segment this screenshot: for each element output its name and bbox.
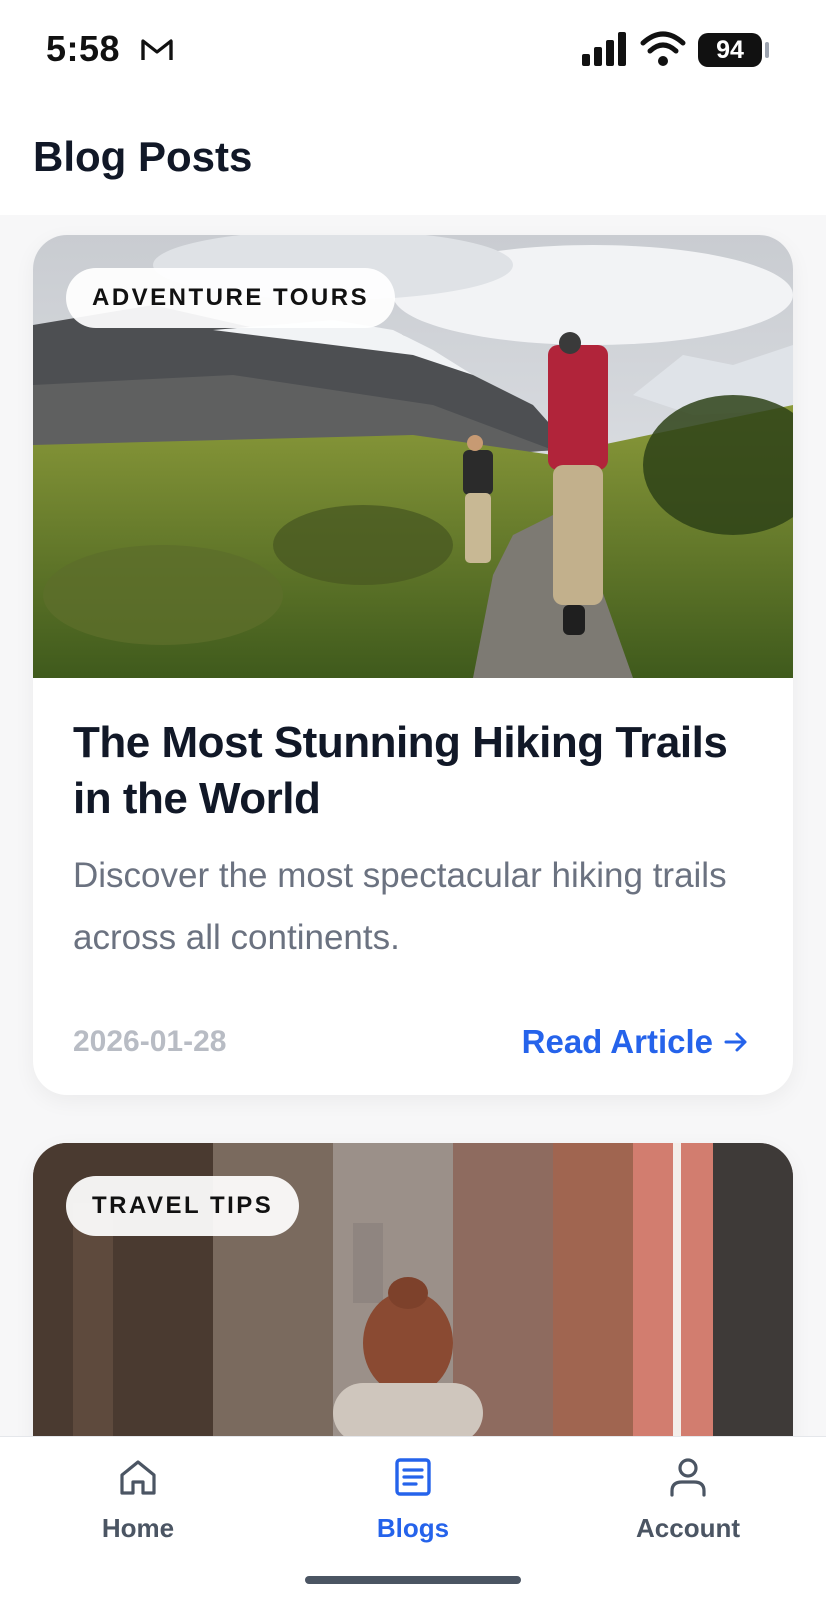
page-title: Blog Posts (33, 133, 253, 180)
post-excerpt: Discover the most spectacular hiking tra… (73, 856, 727, 957)
read-article-label: Read Article (521, 1023, 713, 1060)
home-indicator[interactable] (305, 1576, 521, 1584)
page-header: Blog Posts (0, 100, 826, 215)
post-date: 2026-01-28 (73, 1025, 227, 1058)
signal-icon (582, 32, 626, 66)
home-indicator-area (0, 1556, 826, 1600)
battery-icon: 94 (698, 33, 762, 67)
category-badge: TRAVEL TIPS (66, 1176, 300, 1236)
article-icon (395, 1458, 431, 1496)
nav-item-blogs[interactable]: Blogs (313, 1455, 513, 1544)
category-badge: ADVENTURE TOURS (66, 268, 396, 328)
person-icon (670, 1458, 706, 1497)
status-time: 5:58 (46, 28, 121, 69)
nav-label-home: Home (101, 1513, 175, 1543)
nav-item-home[interactable]: Home (38, 1455, 238, 1544)
home-icon (120, 1460, 156, 1495)
post-title[interactable]: The Most Stunning Hiking Trails in the W… (73, 715, 753, 827)
read-article-link[interactable]: Read Article (522, 1023, 749, 1061)
gmail-icon (141, 39, 173, 60)
wifi-icon (640, 31, 686, 66)
arrow-right-icon (724, 1032, 747, 1052)
status-bar: 5:58 94 (0, 0, 826, 100)
nav-label-account: Account (636, 1513, 740, 1543)
nav-item-account[interactable]: Account (588, 1455, 788, 1544)
blog-post-card[interactable]: ADVENTURE TOURS The Most Stunning Hiking… (33, 235, 793, 1095)
bottom-navigation: Home Blogs Account (0, 1436, 826, 1557)
battery-cap (765, 42, 769, 58)
battery-level: 94 (716, 36, 744, 64)
nav-label-blogs: Blogs (376, 1513, 450, 1543)
